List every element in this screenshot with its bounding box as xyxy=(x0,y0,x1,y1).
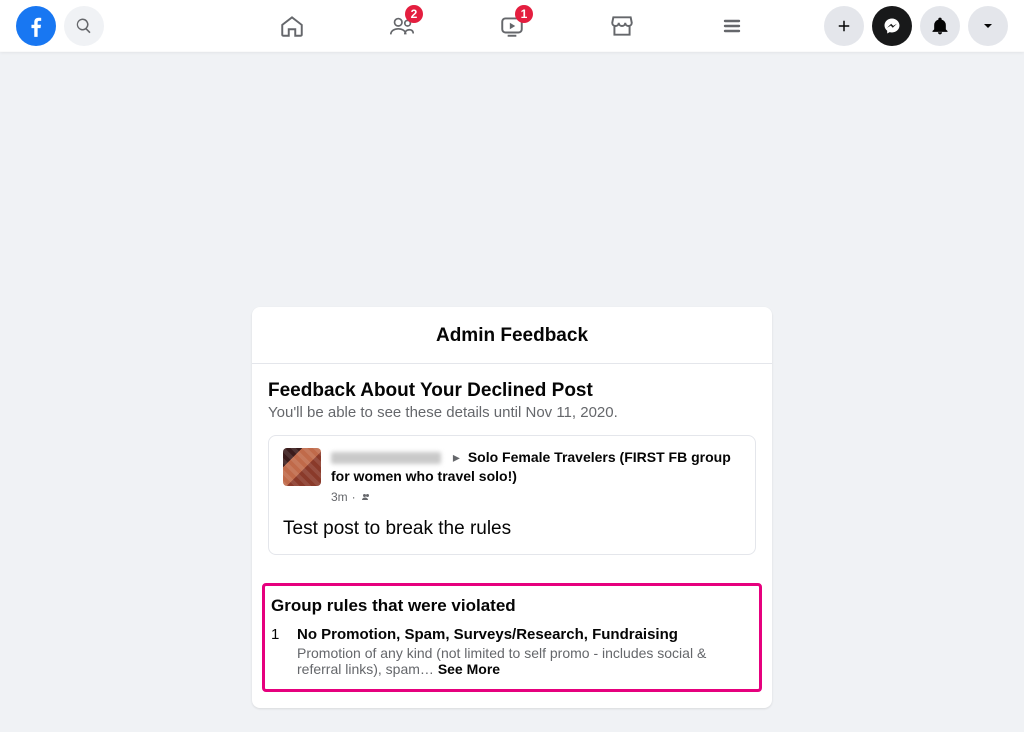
author-avatar xyxy=(283,448,321,486)
home-icon xyxy=(279,13,305,39)
marketplace-icon xyxy=(609,13,635,39)
see-more-link[interactable]: See More xyxy=(438,661,500,677)
post-submeta: 3m · xyxy=(331,490,741,504)
caret-down-icon xyxy=(980,18,996,34)
header-left xyxy=(16,6,104,46)
create-button[interactable] xyxy=(824,6,864,46)
messenger-icon xyxy=(883,17,901,35)
admin-feedback-card: Admin Feedback Feedback About Your Decli… xyxy=(252,307,772,708)
declined-post: ▸ Solo Female Travelers (FIRST FB group … xyxy=(268,435,756,555)
nav-marketplace[interactable] xyxy=(597,0,647,52)
top-nav: 2 1 xyxy=(0,0,1024,52)
notifications-button[interactable] xyxy=(920,6,960,46)
group-privacy-icon xyxy=(360,491,372,503)
nav-friends[interactable]: 2 xyxy=(377,0,427,52)
content-area: Admin Feedback Feedback About Your Decli… xyxy=(0,52,1024,708)
nav-home[interactable] xyxy=(267,0,317,52)
feedback-title: Feedback About Your Declined Post xyxy=(268,380,756,402)
card-body: Feedback About Your Declined Post You'll… xyxy=(252,364,772,573)
plus-icon xyxy=(835,17,853,35)
rule-description: Promotion of any kind (not limited to se… xyxy=(297,645,749,677)
hamburger-icon xyxy=(720,14,744,38)
arrow-icon: ▸ xyxy=(453,449,460,465)
post-time: 3m xyxy=(331,490,348,504)
header-center-nav: 2 1 xyxy=(267,0,757,52)
post-meta: ▸ Solo Female Travelers (FIRST FB group … xyxy=(331,448,741,486)
rule-name: No Promotion, Spam, Surveys/Research, Fu… xyxy=(297,626,749,643)
rule-number: 1 xyxy=(271,626,283,677)
facebook-f-icon xyxy=(23,13,49,39)
search-icon xyxy=(75,17,93,35)
rule-item: 1 No Promotion, Spam, Surveys/Research, … xyxy=(271,626,749,677)
search-button[interactable] xyxy=(64,6,104,46)
watch-badge: 1 xyxy=(515,5,533,23)
dot: · xyxy=(352,490,356,504)
feedback-subtitle: You'll be able to see these details unti… xyxy=(268,404,756,421)
nav-menu[interactable] xyxy=(707,0,757,52)
messenger-button[interactable] xyxy=(872,6,912,46)
facebook-logo[interactable] xyxy=(16,6,56,46)
friends-badge: 2 xyxy=(405,5,423,23)
card-title: Admin Feedback xyxy=(252,307,772,363)
post-content: Test post to break the rules xyxy=(283,518,741,540)
account-menu-button[interactable] xyxy=(968,6,1008,46)
author-name-redacted xyxy=(331,452,441,464)
violated-rules-section: Group rules that were violated 1 No Prom… xyxy=(262,583,762,692)
header-right xyxy=(824,6,1008,46)
rules-title: Group rules that were violated xyxy=(271,596,749,616)
nav-watch[interactable]: 1 xyxy=(487,0,537,52)
bell-icon xyxy=(930,16,950,36)
post-header: ▸ Solo Female Travelers (FIRST FB group … xyxy=(283,448,741,504)
